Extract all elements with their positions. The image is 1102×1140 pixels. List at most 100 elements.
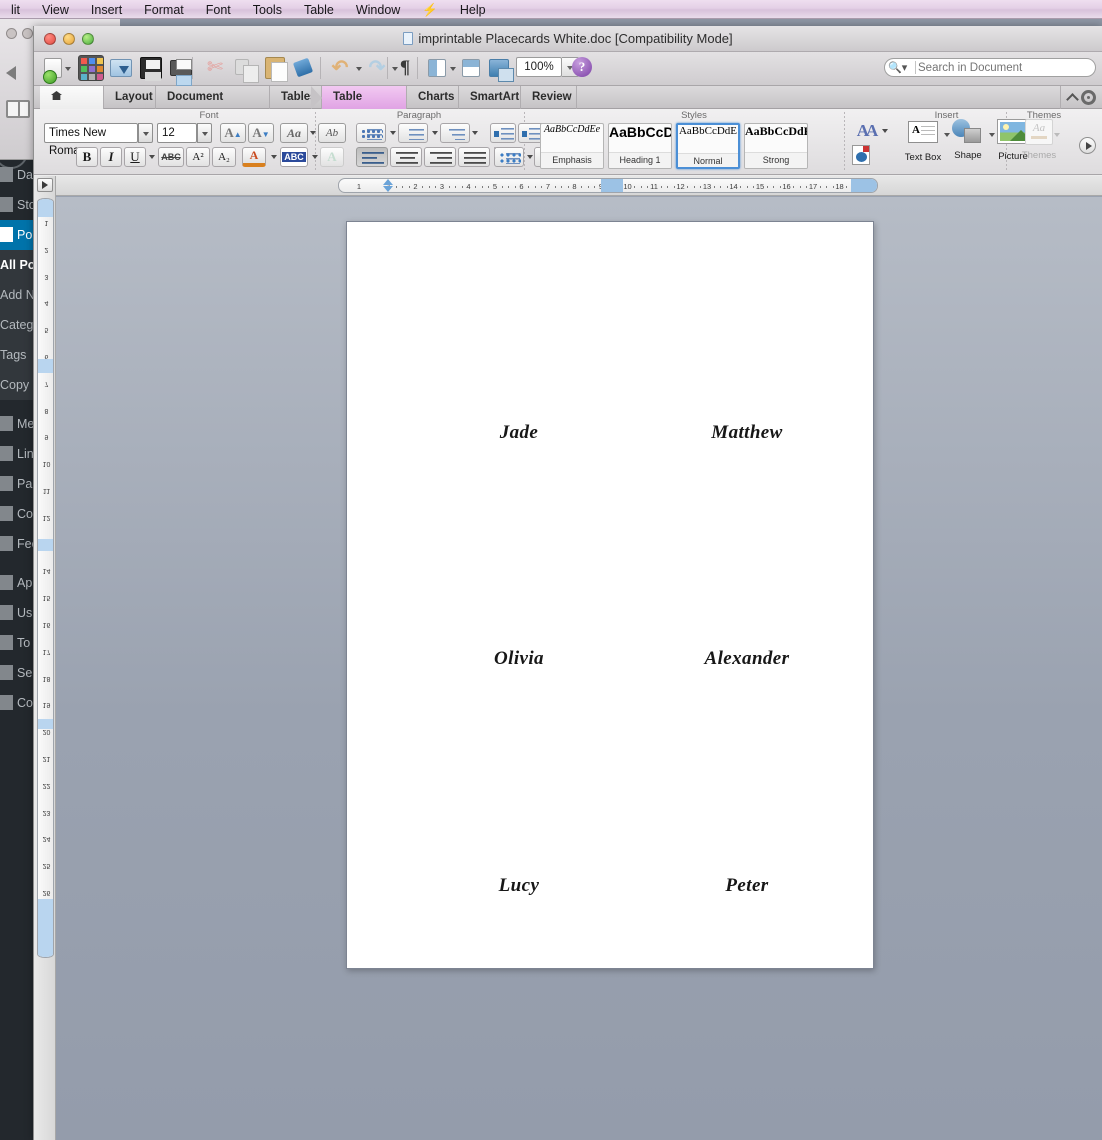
font-color-button[interactable]: A [242,147,266,167]
highlight-caret-icon[interactable] [312,155,318,159]
placecard-name[interactable]: Peter [725,875,768,897]
sidebar-item-tags[interactable]: Tags [0,340,33,370]
highlight-button[interactable]: ABC [280,147,308,167]
undo-button[interactable]: ↶ [327,55,353,81]
underline-button[interactable]: U [124,147,146,167]
tab-smartart[interactable]: SmartArt [459,86,521,109]
text-box-button[interactable]: AText Box [900,119,946,169]
vertical-ruler[interactable]: 1234567891011121314151617181920212223242… [37,198,54,958]
change-case-button[interactable]: Aa [280,123,308,143]
paste-button[interactable] [262,55,288,81]
strikethrough-button[interactable]: ABC [158,147,184,167]
wordpress-menu-list[interactable]: DaStoPoAll PosAdd NeCategoTagsCopy aMeLi… [0,160,33,718]
new-document-caret-icon[interactable] [65,67,71,71]
sidebar-item-me[interactable]: Me [0,409,33,439]
sidebar-item-da[interactable]: Da [0,160,33,190]
shrink-font-button[interactable]: A▼ [248,123,274,143]
tab-layout[interactable]: Layout [104,86,156,109]
ribbon-tab-strip[interactable]: HomeLayoutDocument ElementsTablesTable L… [34,86,1102,109]
copy-button[interactable] [232,55,258,81]
format-painter-button[interactable] [290,55,316,81]
undo-caret-icon[interactable] [356,67,362,71]
tab-charts[interactable]: Charts [407,86,459,109]
first-line-indent-marker[interactable] [383,179,393,185]
bookmark-button[interactable] [852,145,876,167]
placecard-name[interactable]: Alexander [705,648,790,670]
italic-button[interactable]: I [100,147,122,167]
align-center-button[interactable] [390,147,422,167]
placecard-name[interactable]: Jade [500,422,539,444]
sidebar-item-pa[interactable]: Pa [0,469,33,499]
document-page[interactable]: Jade Matthew Olivia Alexander Lucy Peter [346,221,874,969]
menu-item-[interactable]: ⚡ [411,0,449,19]
sidebar-item-to[interactable]: To [0,628,33,658]
multilevel-list-button[interactable] [440,123,470,143]
text-effects-button[interactable]: A [320,147,344,167]
sidebar-item-allpos[interactable]: All Pos [0,250,33,280]
menu-item-window[interactable]: Window [345,0,411,19]
style-emphasis[interactable]: AaBbCcDdEeEmphasis [540,123,604,169]
help-button[interactable]: ? [572,57,592,77]
sidebar-item-ap[interactable]: Ap [0,568,33,598]
tab-document-elements[interactable]: Document Elements [156,86,270,109]
subscript-button[interactable]: A₂ [212,147,236,167]
sidebar-item-po[interactable]: Po [0,220,33,250]
font-size-dropdown[interactable] [197,123,212,143]
sidebar-item-sto[interactable]: Sto [0,190,33,220]
themes-caret-icon[interactable] [1054,133,1060,137]
align-left-button[interactable] [356,147,388,167]
document-area[interactable]: 1234567891011121314151617181920212223242… [34,176,1102,1140]
menu-item-format[interactable]: Format [133,0,195,19]
bulleted-list-button[interactable] [356,123,386,143]
font-name-input[interactable]: Times New Roman [44,123,138,143]
sidebar-item-copya[interactable]: Copy a [0,370,33,400]
horizontal-ruler[interactable]: 1123456789101112131415161718 [338,178,878,193]
wordart-button[interactable]: AA [852,119,880,143]
sidebar-pane-button[interactable] [424,55,450,81]
cut-button[interactable]: ✄ [202,55,228,81]
styles-more-icon[interactable] [1079,137,1096,154]
sidebar-item-se[interactable]: Se [0,658,33,688]
grow-font-button[interactable]: A▲ [220,123,246,143]
open-button[interactable] [108,55,134,81]
placecard-name[interactable]: Olivia [494,648,544,670]
sidebar-item-fee[interactable]: Fee [0,529,33,559]
font-size-input[interactable]: 12 [157,123,197,143]
tab-review[interactable]: Review [521,86,577,109]
word-application-window[interactable]: imprintable Placecards White.doc [Compat… [33,26,1102,1140]
menu-item-tools[interactable]: Tools [242,0,293,19]
decrease-indent-button[interactable] [490,123,516,143]
bookmarks-icon[interactable] [6,100,30,118]
change-case-caret-icon[interactable] [310,131,316,135]
print-button[interactable] [168,55,194,81]
new-document-button[interactable] [40,55,66,81]
save-button[interactable] [138,55,164,81]
line-spacing-caret-icon[interactable] [527,155,533,159]
show-formatting-button[interactable]: ¶ [392,55,418,81]
themes-button[interactable]: Aa Themes [1016,119,1062,169]
numbered-list-caret-icon[interactable] [432,131,438,135]
style-heading-1[interactable]: AaBbCcDHeading 1 [608,123,672,169]
font-color-caret-icon[interactable] [271,155,277,159]
menu-item-view[interactable]: View [31,0,80,19]
search-input[interactable] [918,59,1088,76]
apple-menu-bar[interactable]: litViewInsertFormatFontToolsTableWindow⚡… [0,0,1102,19]
wordpress-admin-sidebar[interactable]: W DaStoPoAll PosAdd NeCategoTagsCopy aMe… [0,160,33,1140]
chevron-up-icon[interactable] [1066,93,1079,106]
placecard-name[interactable]: Lucy [499,875,540,897]
media-browser-button[interactable] [78,55,104,81]
back-arrow-icon[interactable] [6,66,16,80]
bulleted-list-caret-icon[interactable] [390,131,396,135]
placecard-name[interactable]: Matthew [711,422,782,444]
window-title-bar[interactable]: imprintable Placecards White.doc [Compat… [34,26,1102,52]
media-button[interactable] [486,55,512,81]
menu-item-insert[interactable]: Insert [80,0,133,19]
vertical-ruler-toggle-icon[interactable] [37,178,53,192]
font-name-dropdown[interactable] [138,123,153,143]
gear-icon[interactable] [1081,90,1096,105]
document-canvas[interactable]: Jade Matthew Olivia Alexander Lucy Peter [56,197,1102,1140]
style-strong[interactable]: AaBbCcDdEStrong [744,123,808,169]
shape-button[interactable]: Shape [945,119,991,169]
sidebar-item-lin[interactable]: Lin [0,439,33,469]
bold-button[interactable]: B [76,147,98,167]
